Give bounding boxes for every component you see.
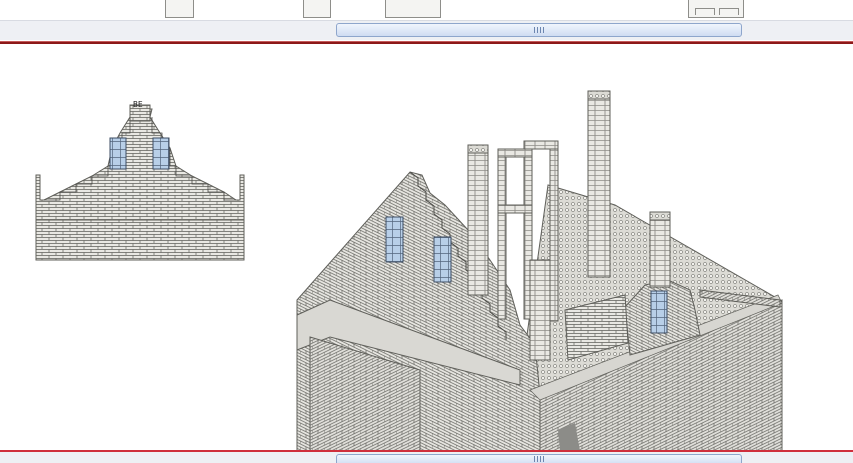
frame-beam-1 [497, 148, 533, 158]
part-thumbnail [303, 0, 331, 18]
bottom-horizontal-scrollbar[interactable] [0, 452, 853, 463]
frame-beam-2 [523, 140, 559, 150]
frame-post-3 [549, 140, 559, 322]
chimney-right-cap [649, 211, 671, 221]
gable-window-2 [433, 236, 452, 283]
top-horizontal-scrollbar[interactable] [0, 20, 853, 40]
frame-beam-3 [497, 204, 533, 214]
scroll-track [0, 20, 853, 21]
front-gable [35, 108, 245, 221]
gable-window-1 [385, 216, 404, 263]
pillar-left [467, 144, 489, 296]
model-viewport[interactable]: BE [0, 45, 853, 451]
pillar-left-cap [467, 144, 489, 154]
rear-gable-window [650, 290, 668, 334]
pane-splitter-top[interactable] [0, 41, 853, 44]
part-thumbnail [688, 0, 744, 18]
top-scrollbar-thumb[interactable] [336, 23, 742, 37]
front-window-right [152, 137, 170, 170]
front-label-tag: BE [133, 100, 143, 109]
front-lower-wall [35, 219, 245, 261]
chimney-tall-cap [587, 90, 611, 100]
grip-lines-icon [534, 27, 544, 33]
chimney-right [649, 211, 671, 288]
isometric-model-view[interactable] [296, 90, 783, 451]
grip-lines-icon [534, 455, 544, 462]
part-thumbnail [385, 0, 441, 18]
front-elevation-view[interactable]: BE [35, 100, 245, 261]
bottom-scrollbar-thumb[interactable] [336, 454, 742, 463]
pillar-mid [529, 259, 551, 361]
model-canvas: BE [35, 90, 783, 451]
part-thumbnail [165, 0, 194, 18]
frame-post-1 [497, 148, 507, 320]
chimney-tall [587, 90, 611, 278]
front-window-left [109, 137, 127, 170]
